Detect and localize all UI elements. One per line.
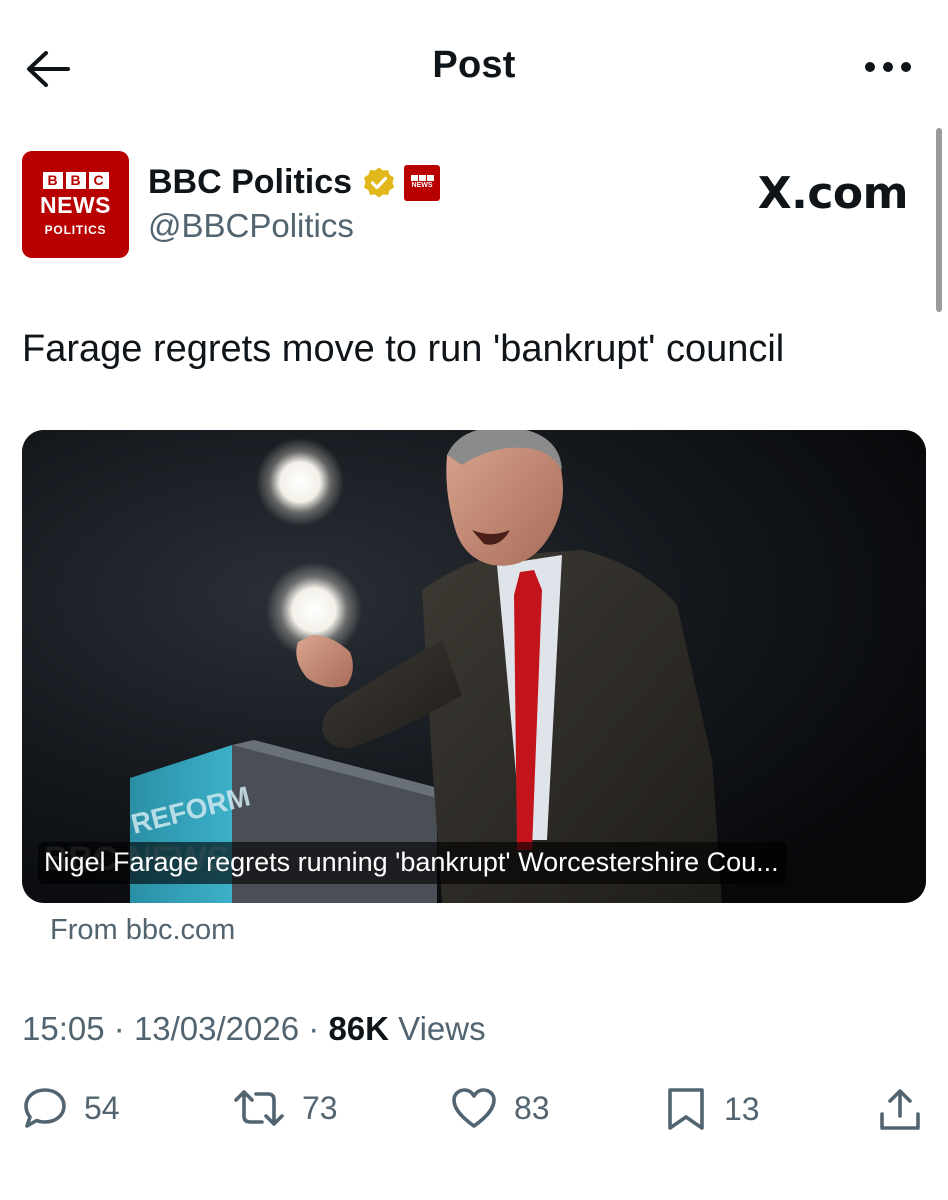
repost-button[interactable]: 73	[232, 1086, 338, 1130]
more-horizontal-icon	[865, 62, 911, 72]
top-bar: Post	[0, 0, 948, 134]
avatar-politics-text: POLITICS	[44, 223, 107, 237]
page-title: Post	[432, 44, 516, 86]
affiliate-badge[interactable]: NEWS	[404, 164, 441, 201]
news-photo: REFORM BBC NEWS	[22, 430, 926, 903]
views-label: Views	[398, 1010, 486, 1047]
repost-icon	[234, 1090, 284, 1126]
post-meta: 15:05 · 13/03/2026 · 86K Views	[22, 1010, 486, 1048]
source-logo: X.com	[757, 168, 909, 219]
bbc-letter: C	[88, 172, 109, 189]
more-options-button[interactable]	[860, 52, 916, 82]
post-date[interactable]: 13/03/2026	[134, 1010, 299, 1048]
tweet-text: Farage regrets move to run 'bankrupt' co…	[22, 328, 785, 370]
share-icon	[880, 1089, 920, 1130]
like-button[interactable]: 83	[450, 1086, 550, 1130]
reply-button[interactable]: 54	[22, 1086, 120, 1130]
link-preview-card[interactable]: REFORM BBC NEWS Nigel Farage regrets run…	[22, 430, 926, 903]
post-time[interactable]: 15:05	[22, 1010, 105, 1048]
author-handle[interactable]: @BBCPolitics	[148, 207, 354, 245]
share-button[interactable]	[876, 1086, 924, 1134]
scrollbar[interactable]	[936, 128, 942, 312]
action-bar: 54 73 83 13	[0, 1086, 948, 1146]
like-count: 83	[514, 1089, 550, 1126]
avatar[interactable]: B B C NEWS POLITICS	[22, 151, 129, 258]
avatar-news-text: NEWS	[40, 192, 111, 218]
reply-icon	[24, 1088, 66, 1128]
bookmark-icon	[668, 1088, 704, 1130]
meta-separator: ·	[113, 1010, 125, 1047]
bookmark-count: 13	[724, 1090, 760, 1127]
card-source[interactable]: From bbc.com	[50, 914, 235, 947]
bookmark-button[interactable]: 13	[664, 1086, 760, 1132]
card-caption[interactable]: Nigel Farage regrets running 'bankrupt' …	[38, 842, 787, 884]
affiliate-badge-text: NEWS	[411, 182, 433, 189]
heart-icon	[452, 1088, 496, 1128]
author-name-row[interactable]: BBC Politics NEWS	[148, 163, 441, 202]
bbc-letter: B	[65, 172, 86, 189]
gold-verified-icon[interactable]	[362, 166, 396, 200]
meta-separator: ·	[308, 1010, 320, 1047]
bbc-logo: B B C	[42, 172, 109, 189]
author-name[interactable]: BBC Politics	[148, 163, 352, 202]
views-count[interactable]: 86K	[328, 1010, 389, 1048]
reply-count: 54	[84, 1089, 120, 1126]
bbc-letter: B	[42, 172, 63, 189]
repost-count: 73	[302, 1089, 338, 1126]
